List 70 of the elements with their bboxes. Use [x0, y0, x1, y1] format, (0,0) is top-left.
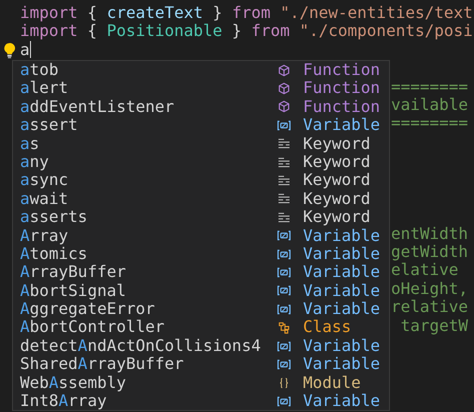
code-text: relative: [391, 297, 468, 316]
suggestion-item[interactable]: asserts Keyword: [13, 208, 389, 227]
code-text: ========: [391, 113, 468, 132]
suggestion-type: Variable: [303, 244, 382, 264]
class-icon: [276, 321, 292, 334]
code-line: import { createText } from "./new-entities/text: [19, 4, 474, 22]
suggestion-type: Variable: [303, 226, 382, 245]
variable-icon: [276, 358, 292, 370]
suggestion-item[interactable]: SharedArrayBuffer Variable: [13, 355, 389, 374]
keyword-icon: [276, 138, 292, 150]
variable-icon: [276, 120, 292, 131]
keyword-icon: [276, 156, 292, 168]
suggestion-type: Variable: [303, 116, 382, 135]
keyword-icon: [276, 193, 292, 204]
keyword-icon: [276, 175, 292, 186]
code-text: oHeight,: [391, 278, 468, 298]
variable-icon: [276, 396, 292, 407]
code-text: entWidth: [391, 224, 468, 243]
variable-icon: [276, 304, 292, 315]
suggestion-type: Module: [303, 374, 362, 392]
suggestion-type: Variable: [303, 282, 382, 300]
code-line: import { Positionable } from "./components/posi: [19, 22, 474, 41]
suggestion-type: Variable: [303, 355, 382, 374]
suggestion-type: Class: [303, 318, 352, 337]
suggestion-type: Keyword: [303, 152, 372, 172]
keyword-icon: [276, 212, 292, 223]
suggestion-type: Keyword: [303, 190, 372, 208]
lightbulb-icon[interactable]: [3, 42, 16, 59]
suggestion-item[interactable]: AbortSignal Variable: [13, 282, 389, 300]
suggestion-item[interactable]: as Keyword: [13, 134, 389, 153]
variable-icon: [276, 230, 292, 242]
code-text: vailable: [391, 94, 468, 114]
variable-icon: [276, 266, 292, 278]
variable-icon: [276, 285, 292, 296]
text-cursor: [30, 41, 32, 58]
cube-icon: [276, 82, 292, 96]
suggestion-item[interactable]: AbortController Class: [13, 318, 389, 337]
suggestion-type: Function: [303, 79, 382, 98]
suggestion-item[interactable]: ArrayBuffer Variable: [13, 263, 389, 282]
suggestion-type: Keyword: [303, 134, 372, 153]
cube-icon: [276, 100, 292, 114]
code-text: elative: [391, 260, 458, 280]
suggestion-item[interactable]: AggregateError Variable: [13, 300, 389, 318]
suggestion-type: Keyword: [303, 208, 372, 227]
variable-icon: [276, 340, 292, 352]
suggestion-item[interactable]: alert Function: [13, 79, 389, 98]
code-line: a: [20, 40, 30, 60]
suggestion-item[interactable]: async Keyword: [13, 171, 389, 190]
suggestion-item[interactable]: assert Variable: [13, 116, 389, 135]
variable-icon: [276, 248, 292, 260]
cube-icon: [276, 64, 292, 77]
suggestion-item[interactable]: Array Variable: [13, 226, 389, 245]
suggestion-type: Variable: [303, 392, 382, 410]
suggestion-type: Keyword: [303, 171, 372, 190]
suggestion-item[interactable]: detectAndActOnCollisions4 Variable: [13, 336, 389, 356]
suggestion-item[interactable]: atob Function: [13, 61, 389, 80]
suggestion-item[interactable]: any Keyword: [13, 152, 389, 172]
code-text: getWidth: [391, 242, 468, 262]
suggestion-type: Function: [303, 98, 382, 116]
suggestion-item[interactable]: addEventListener Function: [13, 98, 389, 116]
suggestion-type: Variable: [303, 263, 382, 282]
suggestion-item[interactable]: await Keyword: [13, 190, 389, 208]
suggestion-item[interactable]: WebAssembly Module: [13, 374, 389, 392]
suggestion-type: Variable: [303, 300, 382, 318]
suggestion-item[interactable]: Atomics Variable: [13, 244, 389, 264]
code-text: ========: [391, 76, 468, 96]
suggestion-item[interactable]: Int8Array Variable: [13, 392, 389, 410]
suggestion-type: Variable: [303, 336, 382, 356]
code-text: targetW: [400, 316, 468, 335]
suggestion-type: Function: [303, 61, 382, 80]
